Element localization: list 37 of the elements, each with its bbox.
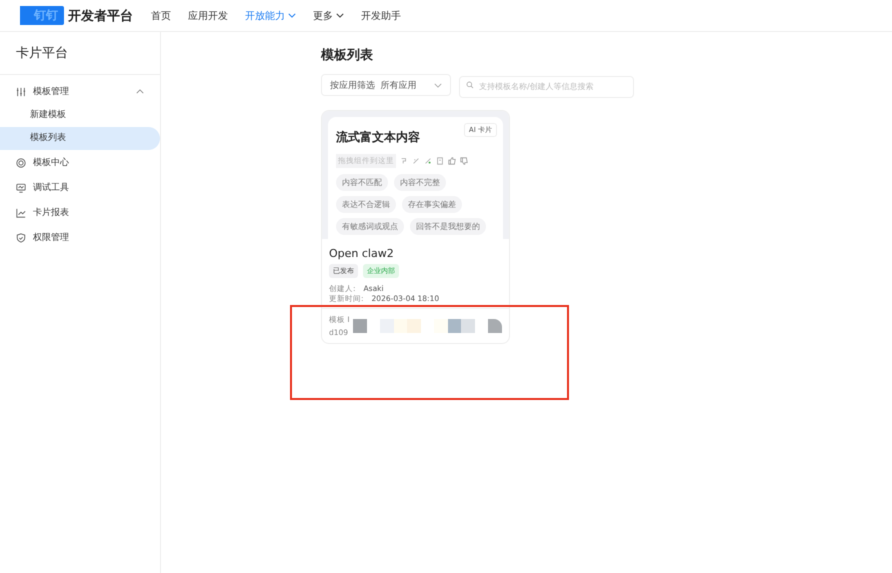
nav-link[interactable]: 开放能力 xyxy=(245,8,296,22)
target-icon xyxy=(16,158,26,168)
sidebar-title: 卡片平台 xyxy=(0,32,160,75)
sidebar-item[interactable]: 权限管理 xyxy=(0,225,160,250)
monitor-icon xyxy=(16,182,26,192)
feedback-chip: 存在事实偏差 xyxy=(402,196,462,212)
sliders-icon xyxy=(16,86,26,96)
sidebar-subitem[interactable]: 新建模板 xyxy=(0,104,160,127)
sidebar-item[interactable]: 模板中心 xyxy=(0,150,160,175)
nav-link[interactable]: 首页 xyxy=(151,8,171,22)
sidebar-subitem[interactable]: 模板列表 xyxy=(0,127,160,150)
feedback-chip: 有敏感词或观点 xyxy=(336,218,404,234)
pen-icon xyxy=(412,156,420,164)
thumbs-up-icon xyxy=(448,156,456,164)
shield-icon xyxy=(16,232,26,242)
app-filter-select[interactable]: 按应用筛选 所有应用 xyxy=(321,74,451,96)
feedback-chip: 内容不匹配 xyxy=(336,174,388,190)
feedback-chip: 内容不完整 xyxy=(394,174,446,190)
nav-link[interactable]: 应用开发 xyxy=(188,8,228,22)
chevron-down-icon xyxy=(434,82,442,88)
chevron-up-icon xyxy=(136,89,144,94)
page-title: 模板列表 xyxy=(321,47,374,64)
sidebar-item[interactable]: 调试工具 xyxy=(0,175,160,200)
feedback-chip: 表达不合逻辑 xyxy=(336,196,396,212)
search-icon xyxy=(466,81,474,89)
feedback-chip: 回答不是我想要的 xyxy=(410,218,486,234)
thumbs-down-icon xyxy=(460,156,468,164)
line-chart-icon xyxy=(16,208,26,218)
pen-icon xyxy=(424,156,432,164)
sidebar-item[interactable]: 卡片报表 xyxy=(0,200,160,225)
nav-link[interactable]: 开发助手 xyxy=(361,8,401,22)
platform-title: 开发者平台 xyxy=(68,8,133,24)
sidebar-item[interactable]: 模板管理 xyxy=(0,79,160,104)
nav-link[interactable]: 更多 xyxy=(313,8,344,22)
template-name: Open claw2 xyxy=(329,246,395,260)
preview-heading: 流式富文本内容 xyxy=(336,128,420,146)
search-field[interactable]: 支持模板名称/创建人等信息搜索 xyxy=(459,76,634,98)
